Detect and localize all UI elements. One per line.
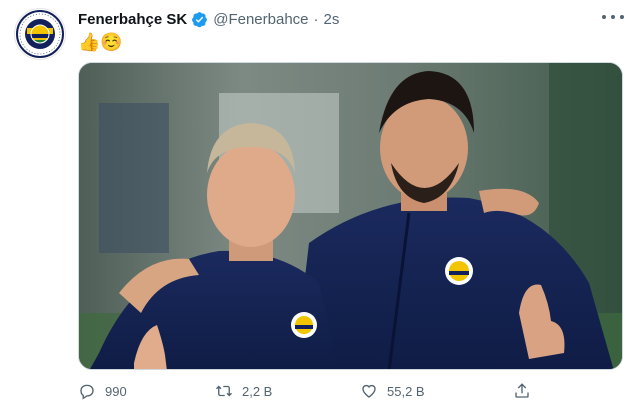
retweet-icon bbox=[216, 385, 232, 397]
tweet-header: Fenerbahçe SK @Fenerbahce · 2s bbox=[78, 9, 339, 29]
timestamp[interactable]: 2s bbox=[324, 11, 340, 28]
more-options-button[interactable] bbox=[602, 10, 624, 24]
reply-button[interactable]: 990 bbox=[78, 380, 127, 402]
more-dot-icon bbox=[602, 15, 606, 19]
reply-bubble-icon bbox=[80, 384, 94, 400]
tweet-actions: 990 2,2 B 55,2 B bbox=[78, 380, 548, 402]
share-button[interactable] bbox=[513, 380, 531, 402]
retweet-button[interactable]: 2,2 B bbox=[215, 380, 272, 402]
photo-two-players-icon bbox=[79, 63, 622, 369]
more-dot-icon bbox=[611, 15, 615, 19]
display-name[interactable]: Fenerbahçe SK bbox=[78, 11, 187, 28]
like-count: 55,2 B bbox=[387, 383, 425, 399]
fenerbahce-crest-icon bbox=[16, 10, 64, 58]
avatar[interactable] bbox=[14, 8, 66, 60]
like-button[interactable]: 55,2 B bbox=[360, 380, 425, 402]
tweet-text: 👍☺️ bbox=[78, 32, 123, 52]
tweet-card[interactable]: Fenerbahçe SK @Fenerbahce · 2s 👍☺️ 990 2… bbox=[0, 0, 640, 410]
more-dot-icon bbox=[620, 15, 624, 19]
user-handle[interactable]: @Fenerbahce bbox=[213, 11, 308, 28]
separator-dot: · bbox=[313, 10, 319, 28]
heart-icon bbox=[362, 384, 376, 398]
verified-badge-icon bbox=[192, 11, 208, 27]
share-upload-icon bbox=[515, 383, 529, 398]
reply-count: 990 bbox=[105, 383, 127, 399]
tweet-photo[interactable] bbox=[78, 62, 623, 370]
retweet-count: 2,2 B bbox=[242, 383, 273, 399]
